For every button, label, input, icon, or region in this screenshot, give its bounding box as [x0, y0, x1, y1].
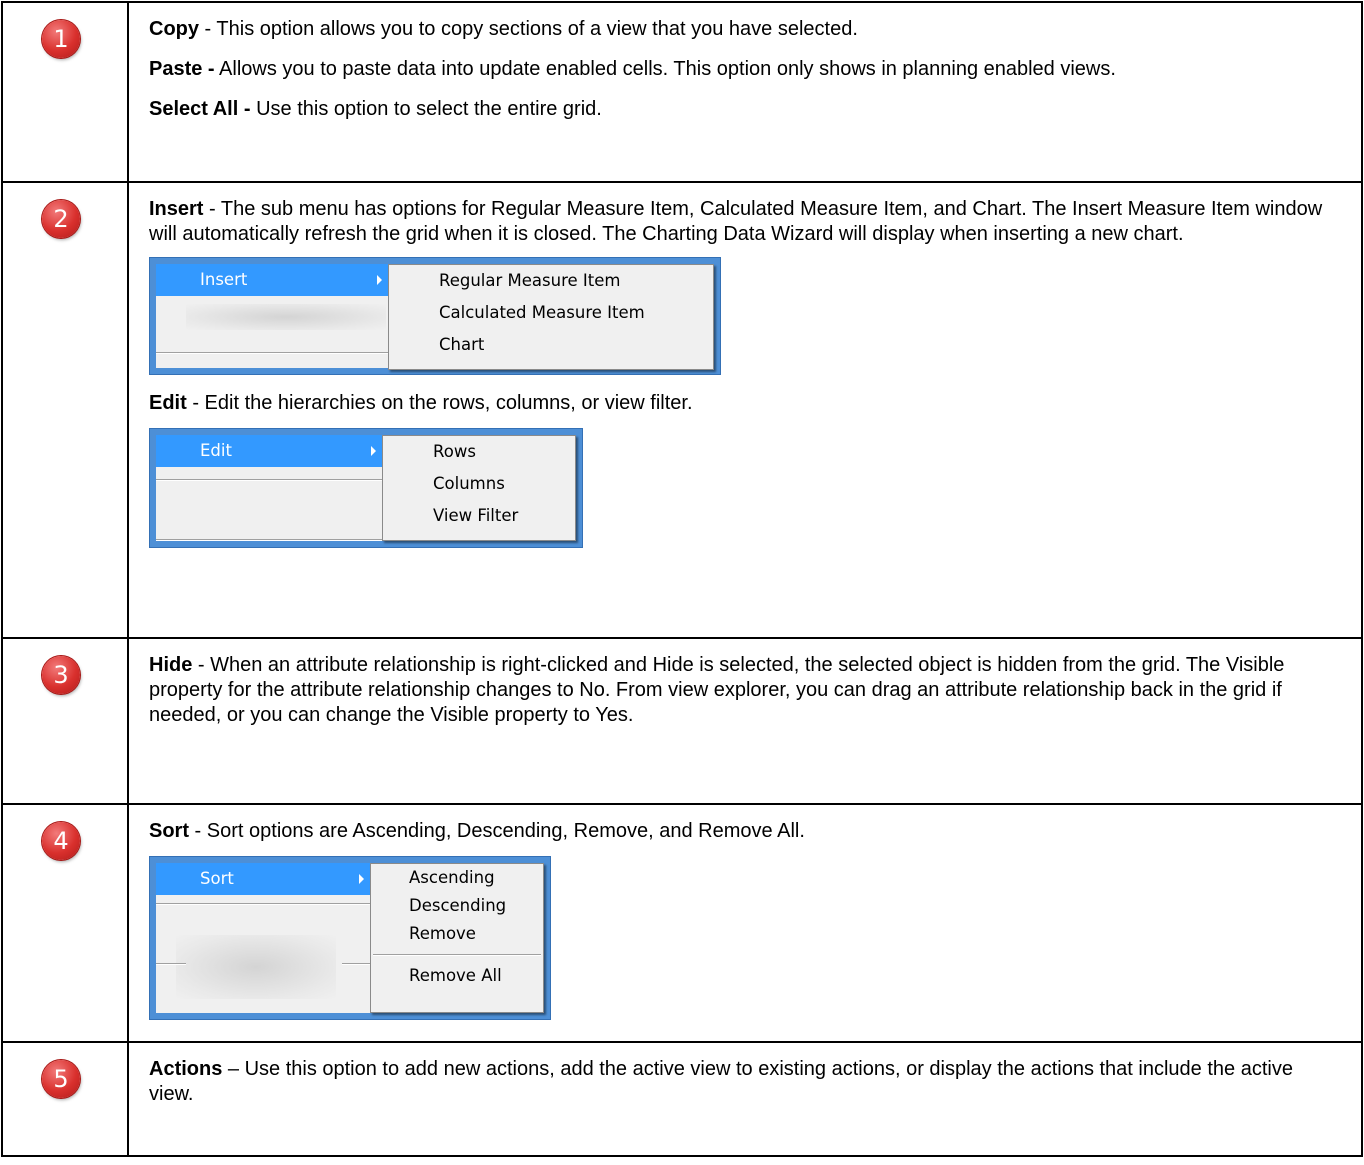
submenu-arrow-icon	[377, 275, 382, 285]
menu-item-columns[interactable]: Columns	[383, 468, 575, 500]
menu-item-rows[interactable]: Rows	[383, 436, 575, 468]
description-cell: Insert - The sub menu has options for Re…	[127, 181, 1363, 639]
table-row-sort: 4 Sort - Sort options are Ascending, Des…	[1, 803, 1363, 1043]
table-row-hide: 3 Hide - When an attribute relationship …	[1, 637, 1363, 805]
menu-item-remove[interactable]: Remove	[371, 920, 543, 948]
menu-item-calculated-measure-item[interactable]: Calculated Measure Item	[389, 297, 713, 329]
context-menu-main: Insert	[156, 264, 388, 368]
number-cell: 4	[1, 803, 129, 1043]
menu-separator	[156, 963, 186, 965]
table-row-insert-edit: 2 Insert - The sub menu has options for …	[1, 181, 1363, 639]
insert-submenu: Regular Measure Item Calculated Measure …	[388, 264, 714, 370]
menu-separator	[156, 539, 382, 541]
menu-item-insert[interactable]: Insert	[156, 264, 388, 296]
submenu-arrow-icon	[359, 874, 364, 884]
number-cell: 3	[1, 637, 129, 805]
blurred-menu-item	[186, 304, 386, 330]
description-cell: Actions – Use this option to add new act…	[127, 1041, 1363, 1157]
number-cell: 2	[1, 181, 129, 639]
context-menu-main: Sort	[156, 863, 370, 1013]
menu-item-edit[interactable]: Edit	[156, 435, 382, 467]
description-cell: Copy - This option allows you to copy se…	[127, 1, 1363, 183]
table-row-actions: 5 Actions – Use this option to add new a…	[1, 1041, 1363, 1157]
menu-separator	[342, 963, 370, 965]
menu-item-ascending[interactable]: Ascending	[371, 864, 543, 892]
menu-separator	[156, 479, 382, 481]
submenu-arrow-icon	[371, 446, 376, 456]
paste-description: Paste - Allows you to paste data into up…	[149, 58, 1116, 80]
menu-separator	[156, 903, 370, 905]
actions-description: Actions – Use this option to add new act…	[149, 1058, 1293, 1105]
menu-separator	[373, 954, 541, 956]
menu-separator	[156, 352, 388, 354]
blurred-menu-item	[176, 935, 336, 999]
edit-context-menu: Edit Rows Columns View Filter	[149, 428, 583, 548]
hide-description: Hide - When an attribute relationship is…	[149, 654, 1285, 726]
number-badge-4: 4	[42, 822, 80, 860]
menu-item-descending[interactable]: Descending	[371, 892, 543, 920]
copy-description: Copy - This option allows you to copy se…	[149, 18, 858, 40]
insert-description: Insert - The sub menu has options for Re…	[149, 198, 1323, 245]
sort-submenu: Ascending Descending Remove Remove All	[370, 863, 544, 1013]
menu-item-regular-measure-item[interactable]: Regular Measure Item	[389, 265, 713, 297]
sort-context-menu: Sort Ascending Descending Remove Remove …	[149, 856, 551, 1020]
edit-description: Edit - Edit the hierarchies on the rows,…	[149, 392, 693, 414]
sort-description: Sort - Sort options are Ascending, Desce…	[149, 820, 805, 842]
menu-item-remove-all[interactable]: Remove All	[371, 962, 543, 990]
number-cell: 1	[1, 1, 129, 183]
number-badge-1: 1	[42, 20, 80, 58]
menu-item-sort[interactable]: Sort	[156, 863, 370, 895]
number-cell: 5	[1, 1041, 129, 1157]
description-cell: Sort - Sort options are Ascending, Desce…	[127, 803, 1363, 1043]
select-all-description: Select All - Use this option to select t…	[149, 98, 602, 120]
number-badge-3: 3	[42, 656, 80, 694]
edit-submenu: Rows Columns View Filter	[382, 435, 576, 541]
description-cell: Hide - When an attribute relationship is…	[127, 637, 1363, 805]
menu-item-chart[interactable]: Chart	[389, 329, 713, 361]
number-badge-5: 5	[42, 1060, 80, 1098]
menu-item-view-filter[interactable]: View Filter	[383, 500, 575, 532]
options-table: 1 Copy - This option allows you to copy …	[1, 1, 1363, 1157]
table-row-copy-paste: 1 Copy - This option allows you to copy …	[1, 1, 1363, 183]
number-badge-2: 2	[42, 200, 80, 238]
insert-context-menu: Insert Regular Measure Item Calculated M…	[149, 257, 721, 375]
context-menu-main: Edit	[156, 435, 382, 541]
